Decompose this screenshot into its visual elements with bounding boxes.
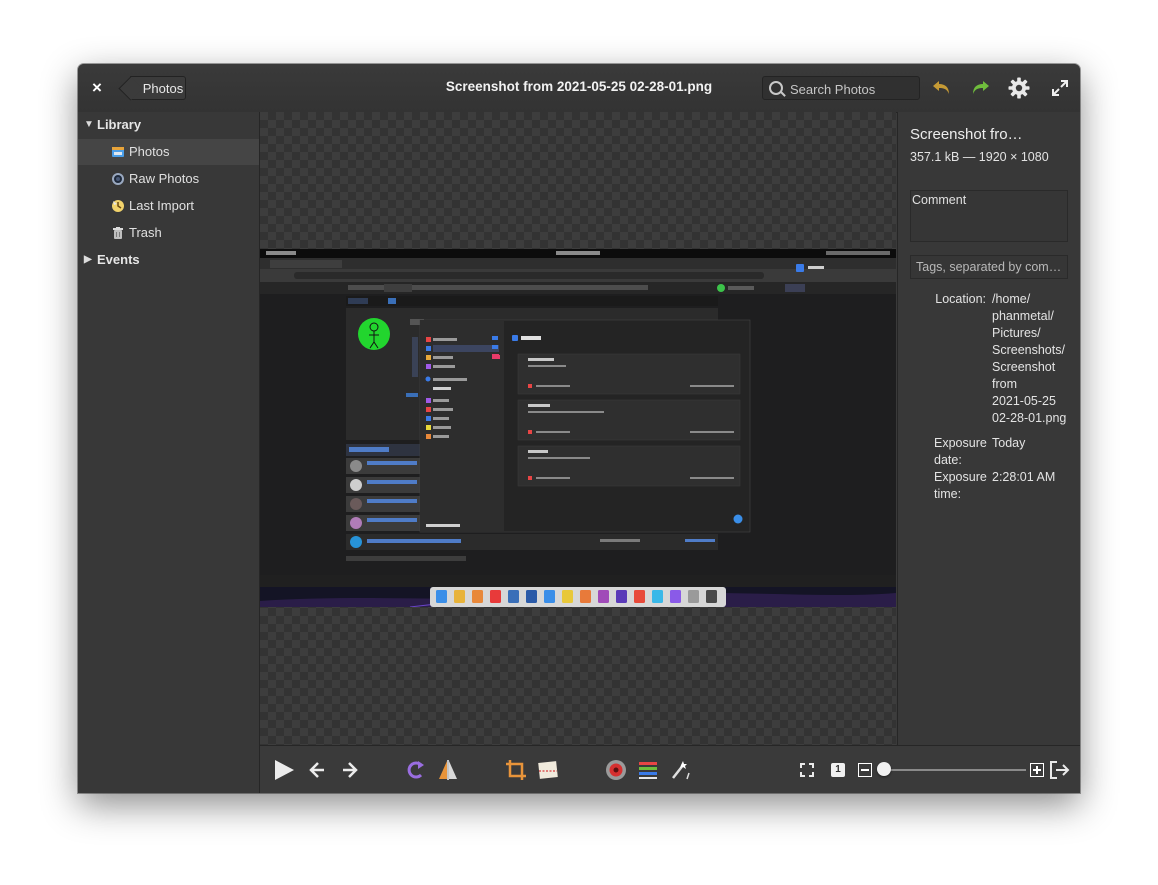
undo-button[interactable] [930, 76, 954, 100]
library-label: Library [97, 117, 142, 132]
events-label: Events [97, 252, 140, 267]
rotate-icon [407, 761, 424, 779]
bottom-toolbar: 1 [260, 745, 1080, 793]
expanded-arrow-icon: ▼ [84, 119, 94, 130]
gear-icon [1008, 77, 1030, 99]
exposure-time-key-line: Exposure [934, 470, 987, 484]
undo-icon [933, 81, 949, 94]
exposure-date-key-line: date: [934, 453, 962, 467]
zoom-out-icon [858, 763, 872, 777]
exposure-time-key: Exposure time: [934, 469, 994, 503]
red-eye-button[interactable] [604, 758, 628, 782]
location-line: Screenshot [992, 360, 1056, 374]
adjust-button[interactable] [636, 758, 660, 782]
back-button-label: Photos [142, 81, 184, 96]
crop-button[interactable] [504, 758, 528, 782]
location-line: /home/ [992, 292, 1031, 306]
play-icon [275, 760, 294, 780]
search-input[interactable] [788, 79, 917, 99]
location-line: phanmetal/ [992, 309, 1054, 323]
comment-field[interactable]: Comment [910, 190, 1068, 242]
sidebar-section-events[interactable]: ▶ Events [78, 247, 259, 273]
settings-button[interactable] [1007, 76, 1031, 100]
photo-viewer[interactable] [260, 112, 896, 745]
location-line: from [992, 377, 1017, 391]
sidebar-item-label: Trash [129, 225, 162, 240]
exposure-date-key-line: Exposure [934, 436, 987, 450]
sidebar-section-library[interactable]: ▼ Library [78, 112, 259, 138]
zoom-in-icon [1030, 763, 1044, 777]
arrow-left-icon [309, 762, 324, 778]
zoom-slider-handle[interactable] [876, 762, 891, 776]
flip-icon [439, 760, 457, 780]
file-size-dimensions: 357.1 kB — 1920 × 1080 [910, 150, 1049, 164]
sidebar-item-label: Last Import [129, 198, 195, 213]
search-icon [769, 81, 783, 95]
photo-thumbnail [260, 249, 896, 607]
sidebar-item-label: Raw Photos [129, 171, 200, 186]
previous-button[interactable] [305, 758, 329, 782]
location-line: Pictures/ [992, 326, 1041, 340]
location-line: Screenshots/ [992, 343, 1065, 357]
zoom-slider-track[interactable] [878, 769, 1026, 771]
location-key: Location: [935, 292, 986, 306]
rotate-button[interactable] [404, 758, 428, 782]
exposure-time-key-line: time: [934, 487, 962, 501]
tags-field[interactable] [910, 255, 1068, 279]
next-button[interactable] [338, 758, 362, 782]
location-line: 2021-05-25 [992, 394, 1056, 408]
photo-image[interactable] [260, 249, 896, 607]
slideshow-button[interactable] [272, 758, 296, 782]
trash-icon [113, 227, 123, 239]
zoom-fit-icon [800, 763, 814, 777]
photos-window: × Photos Screenshot from 2021-05-25 02-2… [78, 64, 1080, 793]
sidebar-item-trash[interactable]: Trash [78, 220, 259, 246]
sidebar-item-last-import[interactable]: Last Import [78, 193, 259, 219]
photos-icon [112, 147, 124, 157]
sidebar-item-label: Photos [129, 144, 170, 159]
exposure-date-key: Exposure date: [934, 435, 994, 469]
collapsed-arrow-icon: ▶ [84, 254, 92, 265]
crop-icon [506, 760, 526, 780]
file-name: Screenshot fro… [910, 126, 1023, 143]
sidebar-item-raw-photos[interactable]: Raw Photos [78, 166, 259, 192]
exit-icon [1050, 761, 1070, 779]
window-title: Screenshot from 2021-05-25 02-28-01.png [445, 79, 713, 94]
redo-button[interactable] [968, 76, 992, 100]
exposure-time-value: 2:28:01 AM [992, 470, 1056, 484]
sidebar: ▼ Library Photos Raw Photos Last Import … [78, 112, 260, 793]
red-eye-icon [606, 760, 626, 780]
adjust-icon [639, 762, 657, 779]
arrow-right-icon [343, 762, 358, 778]
magic-wand-icon [672, 761, 690, 780]
leave-fullscreen-button[interactable] [1048, 759, 1070, 781]
search-field[interactable] [762, 76, 920, 100]
expand-icon [1052, 80, 1068, 96]
back-button[interactable]: Photos [130, 76, 186, 100]
zoom-fit-button[interactable] [798, 761, 816, 779]
location-line: 02-28-01.png [992, 411, 1067, 425]
enhance-button[interactable] [668, 758, 692, 782]
location-value: /home/ phanmetal/ Pictures/ Screenshots/… [992, 291, 1072, 427]
last-import-icon [112, 200, 124, 212]
header-bar: × Photos Screenshot from 2021-05-25 02-2… [78, 64, 1080, 113]
flip-button[interactable] [436, 758, 460, 782]
redo-icon [973, 81, 989, 94]
close-button[interactable]: × [90, 79, 104, 97]
tags-input[interactable] [914, 259, 1068, 275]
raw-photos-icon [112, 173, 124, 185]
metadata-panel: Screenshot fro… 357.1 kB — 1920 × 1080 C… [897, 112, 1080, 745]
straighten-button[interactable] [536, 758, 560, 782]
zoom-100-button[interactable]: 1 [831, 763, 845, 777]
fullscreen-button[interactable] [1050, 78, 1070, 98]
zoom-out-button[interactable] [858, 763, 872, 777]
exposure-date-value: Today [992, 436, 1026, 450]
sidebar-item-photos[interactable]: Photos [78, 139, 259, 165]
straighten-icon [538, 761, 558, 779]
zoom-in-button[interactable] [1030, 763, 1044, 777]
